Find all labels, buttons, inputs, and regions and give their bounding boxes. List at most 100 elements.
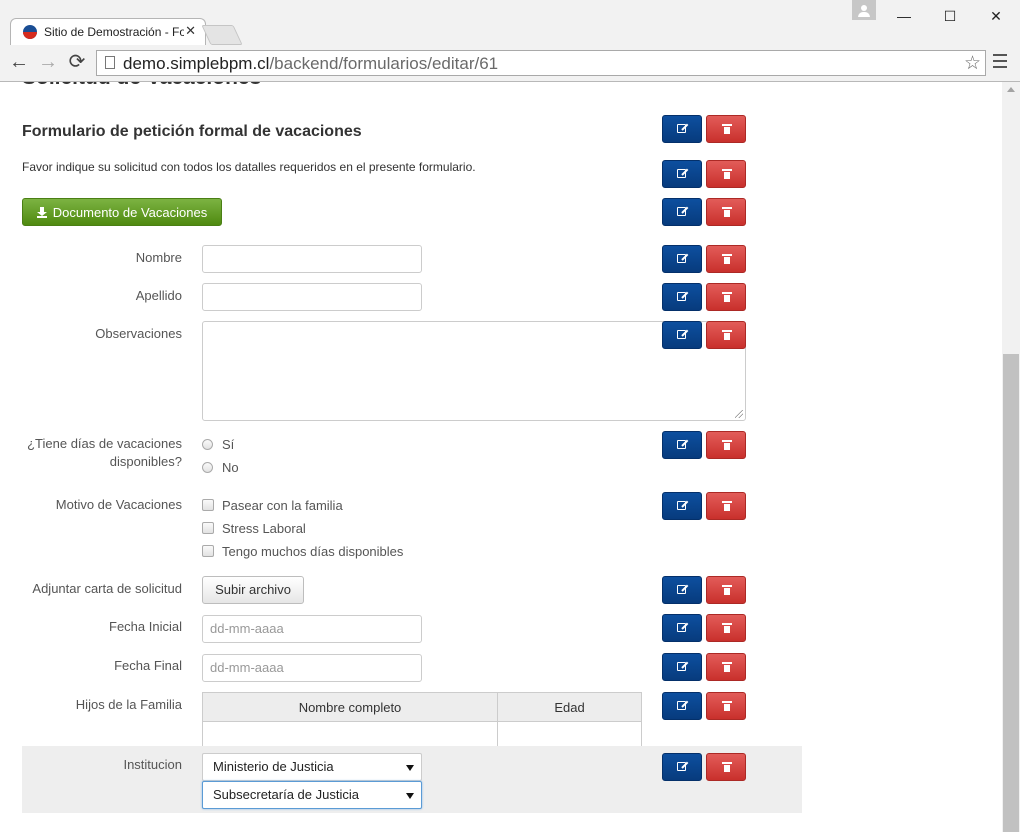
checkbox[interactable] [202, 522, 214, 534]
observaciones-label: Observaciones [95, 326, 182, 341]
delete-button[interactable] [706, 614, 746, 642]
table-cell[interactable] [202, 721, 498, 747]
fecha-inicial-input[interactable]: dd-mm-aaaa [202, 615, 422, 643]
edit-button[interactable] [662, 692, 702, 720]
document-button-label: Documento de Vacaciones [52, 204, 208, 220]
browser-toolbar: ← → ⟳ demo.simplebpm.cl/backend/formular… [0, 45, 1020, 82]
url-host: demo.simplebpm.cl [123, 54, 270, 73]
document-download-button[interactable]: Documento de Vacaciones [22, 198, 222, 226]
radio-option-si[interactable]: Sí [202, 435, 234, 453]
trash-icon [722, 330, 732, 340]
dropdown-caret-icon [406, 793, 414, 799]
minimize-button[interactable]: — [884, 5, 924, 27]
maximize-button[interactable]: ☐ [930, 5, 970, 27]
edit-button[interactable] [662, 614, 702, 642]
edit-icon [677, 623, 686, 632]
delete-button[interactable] [706, 245, 746, 273]
form-title: Formulario de petición formal de vacacio… [22, 123, 362, 140]
radio-button[interactable] [202, 438, 213, 450]
ministerio-select[interactable]: Ministerio de Justicia [202, 753, 422, 781]
fecha-final-input[interactable]: dd-mm-aaaa [202, 654, 422, 682]
tab-close-icon[interactable]: ✕ [185, 23, 196, 39]
delete-button[interactable] [706, 692, 746, 720]
trash-icon [722, 623, 732, 633]
url-text: demo.simplebpm.cl/backend/formularios/ed… [123, 54, 498, 74]
delete-button[interactable] [706, 198, 746, 226]
close-window-button[interactable]: ✕ [976, 5, 1016, 27]
radio-label-no: No [222, 459, 239, 475]
vertical-scrollbar[interactable] [1002, 82, 1020, 832]
edit-button[interactable] [662, 653, 702, 681]
page-viewport: Solicitud de Vacaciones Formulario de pe… [0, 82, 1002, 832]
edit-button[interactable] [662, 283, 702, 311]
chrome-menu-icon[interactable] [993, 54, 1007, 72]
hijos-label: Hijos de la Familia [75, 697, 182, 712]
checkbox-option-dias[interactable]: Tengo muchos días disponibles [202, 542, 403, 560]
edit-icon [677, 701, 686, 710]
checkbox-option-stress[interactable]: Stress Laboral [202, 519, 306, 537]
nombre-input[interactable] [202, 245, 422, 273]
delete-button[interactable] [706, 321, 746, 349]
checkbox-label: Pasear con la familia [222, 497, 343, 513]
checkbox-option-familia[interactable]: Pasear con la familia [202, 496, 343, 514]
adjuntar-label: Adjuntar carta de solicitud [32, 581, 182, 596]
bookmark-star-icon[interactable]: ☆ [964, 52, 981, 75]
edit-button[interactable] [662, 492, 702, 520]
delete-button[interactable] [706, 115, 746, 143]
delete-button[interactable] [706, 431, 746, 459]
edit-button[interactable] [662, 245, 702, 273]
new-tab-button[interactable] [201, 25, 243, 45]
edit-button[interactable] [662, 431, 702, 459]
select-value: Ministerio de Justicia [213, 759, 334, 774]
edit-icon [677, 501, 686, 510]
scroll-up-arrow-icon[interactable] [1007, 87, 1015, 92]
checkbox[interactable] [202, 545, 214, 557]
edit-icon [677, 124, 686, 133]
trash-icon [722, 292, 732, 302]
fecha-final-label: Fecha Final [114, 658, 182, 673]
address-bar[interactable]: demo.simplebpm.cl/backend/formularios/ed… [96, 50, 986, 76]
delete-button[interactable] [706, 653, 746, 681]
edit-button[interactable] [662, 576, 702, 604]
browser-titlebar: Sitio de Demostración - Formularios ✕ — … [0, 0, 1020, 46]
trash-icon [722, 662, 732, 672]
back-icon[interactable]: ← [8, 51, 30, 73]
table-header: Nombre completo [202, 692, 498, 722]
upload-file-button[interactable]: Subir archivo [202, 576, 304, 604]
edit-icon [677, 585, 686, 594]
dropdown-caret-icon [406, 765, 414, 771]
delete-button[interactable] [706, 576, 746, 604]
trash-icon [722, 762, 732, 772]
page-heading: Solicitud de Vacaciones [22, 82, 261, 90]
apellido-input[interactable] [202, 283, 422, 311]
table-cell[interactable] [497, 721, 642, 747]
subsecretaria-select[interactable]: Subsecretaría de Justicia [202, 781, 422, 809]
edit-button[interactable] [662, 115, 702, 143]
apellido-label: Apellido [135, 288, 182, 303]
trash-icon [722, 169, 732, 179]
edit-button[interactable] [662, 198, 702, 226]
browser-tab[interactable]: Sitio de Demostración - Formularios ✕ [10, 18, 206, 45]
delete-button[interactable] [706, 160, 746, 188]
scrollbar-thumb[interactable] [1003, 354, 1019, 832]
edit-button[interactable] [662, 321, 702, 349]
edit-button[interactable] [662, 753, 702, 781]
hijos-table: Nombre completo Edad [202, 692, 642, 747]
radio-option-no[interactable]: No [202, 458, 239, 476]
edit-button[interactable] [662, 160, 702, 188]
radio-button[interactable] [202, 461, 213, 473]
reload-icon[interactable]: ⟳ [66, 51, 88, 73]
trash-icon [722, 701, 732, 711]
delete-button[interactable] [706, 492, 746, 520]
checkbox[interactable] [202, 499, 214, 511]
resize-grip-icon[interactable] [735, 410, 743, 418]
trash-icon [722, 124, 732, 134]
profile-icon[interactable] [852, 0, 876, 20]
delete-button[interactable] [706, 753, 746, 781]
trash-icon [722, 207, 732, 217]
edit-icon [677, 207, 686, 216]
forward-icon[interactable]: → [37, 51, 59, 73]
delete-button[interactable] [706, 283, 746, 311]
edit-icon [677, 330, 686, 339]
trash-icon [722, 585, 732, 595]
